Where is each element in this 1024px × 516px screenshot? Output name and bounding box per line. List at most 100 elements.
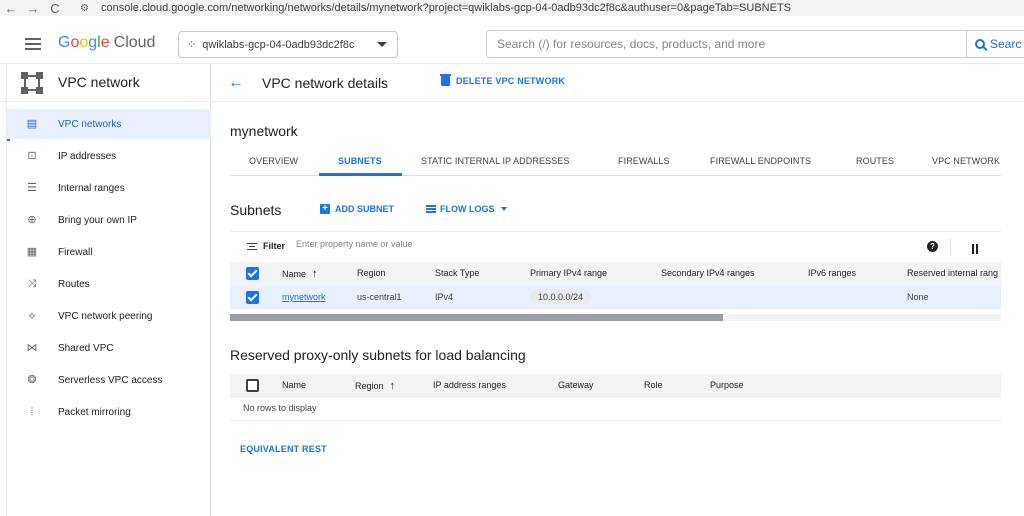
subnet-region: us-central1	[357, 292, 402, 302]
select-all-checkbox[interactable]	[246, 379, 259, 392]
flow-logs-icon	[426, 205, 436, 213]
ip-addresses-icon: ⊡	[27, 150, 37, 162]
delete-vpc-network-button[interactable]: DELETE VPC NETWORK	[440, 74, 565, 86]
firewall-icon: ▦	[26, 246, 38, 258]
search-icon	[975, 39, 985, 49]
col-ipv6[interactable]: IPv6 ranges	[808, 268, 856, 278]
flow-logs-button[interactable]: FLOW LOGS	[426, 204, 507, 214]
tab-routes[interactable]: ROUTES	[856, 156, 894, 166]
routes-icon: ⤨	[27, 278, 37, 290]
tab-vpc-network[interactable]: VPC NETWORK	[932, 156, 1000, 166]
vpc-networks-icon: ▤	[26, 118, 38, 130]
sidebar-item-label: VPC networks	[58, 118, 122, 130]
col-name[interactable]: Name ↑	[282, 268, 318, 280]
divider	[230, 420, 1001, 421]
reload-icon[interactable]: C	[44, 1, 66, 16]
chevron-down-icon	[377, 42, 387, 47]
shared-vpc-icon: ⋈	[26, 342, 38, 354]
col-primary-ipv4[interactable]: Primary IPv4 range	[530, 268, 607, 278]
proxy-subnets-title: Reserved proxy-only subnets for load bal…	[230, 347, 526, 363]
sidebar-item-label: Packet mirroring	[58, 406, 131, 418]
sidebar-item-ip-addresses[interactable]: ⊡ IP addresses	[7, 141, 211, 171]
sidebar-item-label: Firewall	[58, 246, 93, 258]
equivalent-rest-link[interactable]: EQUIVALENT REST	[240, 444, 327, 454]
col-region[interactable]: Region	[357, 268, 386, 278]
help-icon[interactable]: ?	[927, 241, 938, 252]
tab-firewalls[interactable]: FIREWALLS	[618, 156, 670, 166]
google-cloud-logo[interactable]: Google Cloud	[58, 34, 155, 52]
menu-icon[interactable]	[25, 38, 41, 50]
tab-static-internal-ip-addresses[interactable]: STATIC INTERNAL IP ADDRESSES	[421, 156, 570, 166]
sidebar-item-label: Shared VPC	[58, 342, 114, 354]
filter-bar: Filter ?	[230, 231, 1001, 272]
table-header: Name ↑ Region Stack Type Primary IPv4 ran…	[230, 262, 1001, 286]
subnets-title: Subnets	[230, 202, 282, 218]
sidebar-item-firewall[interactable]: ▦ Firewall	[7, 237, 211, 267]
globe-icon: ⊕	[27, 214, 37, 226]
filter-input[interactable]	[296, 239, 696, 249]
browser-url-bar: ← → C ⚙ console.cloud.google.com/network…	[0, 0, 1024, 16]
back-arrow-icon[interactable]: ←	[0, 1, 22, 16]
url-text[interactable]: console.cloud.google.com/networking/netw…	[101, 2, 791, 14]
column-display-icon[interactable]	[972, 241, 982, 272]
vpc-network-icon	[21, 72, 43, 94]
sidebar-item-label: VPC network peering	[58, 310, 153, 322]
col-gateway[interactable]: Gateway	[558, 380, 594, 390]
col-stack-type[interactable]: Stack Type	[435, 268, 479, 278]
row-checkbox[interactable]	[246, 291, 259, 304]
sidebar-item-vpc-network-peering[interactable]: ⟡ VPC network peering	[7, 301, 211, 331]
sidebar-header: VPC network	[0, 64, 211, 102]
tab-subnets[interactable]: SUBNETS	[338, 156, 382, 166]
horizontal-scrollbar[interactable]	[230, 314, 1001, 321]
table-row[interactable]: mynetwork us-central1 IPv4 10.0.0.0/24 N…	[230, 286, 1001, 309]
active-tab-indicator	[319, 173, 402, 176]
add-icon: +	[320, 204, 330, 214]
site-info-icon[interactable]: ⚙	[80, 3, 89, 14]
sidebar-item-shared-vpc[interactable]: ⋈ Shared VPC	[7, 333, 211, 363]
subnet-name-link[interactable]: mynetwork	[282, 292, 326, 302]
tab-overview[interactable]: OVERVIEW	[249, 156, 298, 166]
sidebar-item-vpc-networks[interactable]: ▤ VPC networks	[7, 109, 211, 139]
col-name[interactable]: Name	[282, 380, 306, 390]
search-input[interactable]	[497, 37, 966, 51]
page-header: ← VPC network details DELETE VPC NETWORK	[212, 64, 1024, 102]
packet-mirroring-icon: ⦙	[30, 406, 34, 418]
forward-arrow-icon[interactable]: →	[22, 1, 44, 16]
col-reserved-internal[interactable]: Reserved internal rang	[907, 268, 998, 278]
project-name: qwiklabs-gcp-04-0adb93dc2f8c	[202, 38, 355, 51]
sidebar-title: VPC network	[58, 74, 140, 90]
add-subnet-button[interactable]: + ADD SUBNET	[320, 204, 394, 214]
col-region[interactable]: Region ↑	[355, 380, 395, 392]
filter-icon	[247, 243, 257, 250]
network-name: mynetwork	[230, 123, 298, 139]
search-box[interactable]	[486, 30, 967, 58]
sidebar-item-label: Serverless VPC access	[58, 374, 163, 386]
col-secondary-ipv4[interactable]: Secondary IPv4 ranges	[661, 268, 755, 278]
empty-state: No rows to display	[243, 403, 317, 413]
col-ip-address-ranges[interactable]: IP address ranges	[433, 380, 506, 390]
sidebar-edge	[0, 64, 7, 516]
sidebar-item-serverless-vpc-access[interactable]: ❂ Serverless VPC access	[7, 365, 211, 395]
sidebar-item-label: Internal ranges	[58, 182, 125, 194]
search-button[interactable]: Searc	[967, 30, 1024, 58]
project-picker[interactable]: ⁘ qwiklabs-gcp-04-0adb93dc2f8c	[178, 31, 398, 58]
sidebar-item-label: Bring your own IP	[58, 214, 137, 226]
peering-icon: ⟡	[28, 310, 36, 322]
sidebar-item-bring-your-own-ip[interactable]: ⊕ Bring your own IP	[7, 205, 211, 235]
page-title: VPC network details	[262, 75, 389, 91]
back-arrow-icon[interactable]: ←	[228, 74, 244, 92]
top-header: Google Cloud ⁘ qwiklabs-gcp-04-0adb93dc2f…	[0, 26, 1024, 64]
sidebar-item-internal-ranges[interactable]: ☰ Internal ranges	[7, 173, 211, 203]
scrollbar-thumb[interactable]	[230, 314, 723, 321]
sidebar-item-packet-mirroring[interactable]: ⦙ Packet mirroring	[7, 397, 211, 427]
col-role[interactable]: Role	[644, 380, 663, 390]
sidebar: VPC network ▤ VPC networks ⊡ IP addresse…	[0, 64, 211, 516]
col-purpose[interactable]: Purpose	[710, 380, 744, 390]
sidebar-item-label: Routes	[58, 278, 90, 290]
project-icon: ⁘	[187, 39, 197, 51]
select-all-checkbox[interactable]	[246, 267, 259, 280]
sidebar-item-routes[interactable]: ⤨ Routes	[7, 269, 211, 299]
tab-firewall-endpoints[interactable]: FIREWALL ENDPOINTS	[710, 156, 811, 166]
filter-label: Filter	[263, 241, 286, 251]
divider	[950, 239, 951, 255]
